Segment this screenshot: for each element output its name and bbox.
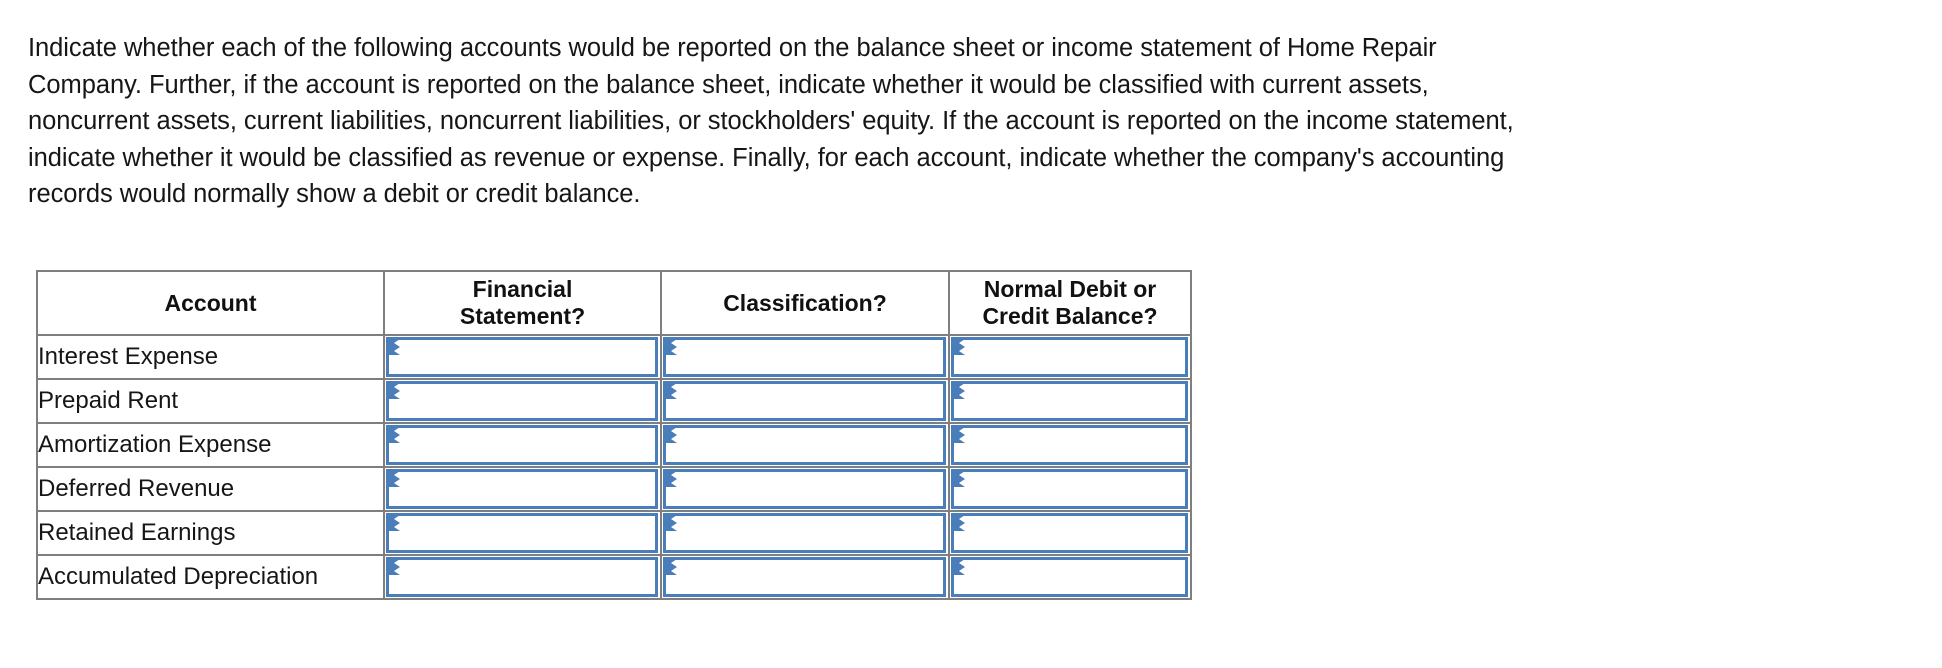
table-row: Retained Earnings [36, 510, 1192, 556]
classification-dropdown[interactable] [663, 557, 946, 597]
financial-statement-dropdown[interactable] [386, 381, 658, 421]
financial-statement-cell [383, 554, 662, 600]
classification-dropdown[interactable] [663, 469, 946, 509]
classification-cell [660, 378, 950, 424]
column-header-classification-line: Classification? [723, 289, 887, 316]
instructions-paragraph: Indicate whether each of the following a… [28, 30, 1918, 213]
table-row: Deferred Revenue [36, 466, 1192, 512]
triangle-right-icon [665, 515, 677, 531]
triangle-right-icon [665, 559, 677, 575]
accounts-table-container: Account Financial Statement? Classificat… [36, 270, 1192, 600]
account-name-cell: Deferred Revenue [36, 466, 385, 512]
table-body: Interest Expense Prepaid Rent Amortizati… [36, 334, 1192, 600]
classification-cell [660, 510, 950, 556]
table-row: Amortization Expense [36, 422, 1192, 468]
financial-statement-dropdown[interactable] [386, 469, 658, 509]
triangle-right-icon [953, 383, 965, 399]
triangle-right-icon [388, 339, 400, 355]
table-row: Accumulated Depreciation [36, 554, 1192, 600]
table-row: Interest Expense [36, 334, 1192, 380]
financial-statement-cell [383, 510, 662, 556]
triangle-right-icon [388, 471, 400, 487]
normal-balance-dropdown[interactable] [951, 425, 1188, 465]
triangle-right-icon [665, 427, 677, 443]
financial-statement-cell [383, 334, 662, 380]
table-header-row: Account Financial Statement? Classificat… [36, 270, 1192, 336]
column-header-financial-statement: Financial Statement? [383, 270, 662, 336]
triangle-right-icon [388, 427, 400, 443]
normal-balance-cell [948, 334, 1192, 380]
classification-dropdown[interactable] [663, 337, 946, 377]
financial-statement-dropdown[interactable] [386, 425, 658, 465]
triangle-right-icon [388, 559, 400, 575]
instructions-line: Company. Further, if the account is repo… [28, 70, 1429, 99]
column-header-account: Account [36, 270, 385, 336]
triangle-right-icon [665, 471, 677, 487]
classification-dropdown[interactable] [663, 381, 946, 421]
worksheet-page: Indicate whether each of the following a… [0, 0, 1942, 668]
account-name-cell: Retained Earnings [36, 510, 385, 556]
column-header-financial-statement-line: Statement? [459, 303, 586, 329]
column-header-classification: Classification? [660, 270, 950, 336]
triangle-right-icon [953, 471, 965, 487]
classification-cell [660, 334, 950, 380]
table-header: Account Financial Statement? Classificat… [36, 270, 1192, 336]
normal-balance-cell [948, 422, 1192, 468]
triangle-right-icon [388, 383, 400, 399]
normal-balance-cell [948, 378, 1192, 424]
financial-statement-dropdown[interactable] [386, 513, 658, 553]
classification-cell [660, 554, 950, 600]
accounts-classification-table: Account Financial Statement? Classificat… [36, 270, 1192, 600]
triangle-right-icon [953, 559, 965, 575]
normal-balance-cell [948, 466, 1192, 512]
financial-statement-cell [383, 466, 662, 512]
column-header-financial-statement-line: Financial [472, 276, 573, 302]
column-header-normal-balance-line: Normal Debit or [983, 276, 1157, 302]
normal-balance-cell [948, 554, 1192, 600]
column-header-normal-balance: Normal Debit or Credit Balance? [948, 270, 1192, 336]
instructions-line: indicate whether it would be classified … [28, 143, 1505, 172]
column-header-account-line: Account [164, 289, 257, 316]
instructions-line: Indicate whether each of the following a… [28, 34, 1437, 62]
financial-statement-dropdown[interactable] [386, 337, 658, 377]
normal-balance-dropdown[interactable] [951, 469, 1188, 509]
financial-statement-cell [383, 378, 662, 424]
classification-dropdown[interactable] [663, 513, 946, 553]
table-row: Prepaid Rent [36, 378, 1192, 424]
instructions-line: noncurrent assets, current liabilities, … [28, 107, 1514, 135]
normal-balance-dropdown[interactable] [951, 557, 1188, 597]
instructions-line: records would normally show a debit or c… [28, 180, 641, 208]
account-name-cell: Amortization Expense [36, 422, 385, 468]
triangle-right-icon [665, 339, 677, 355]
normal-balance-dropdown[interactable] [951, 513, 1188, 553]
triangle-right-icon [665, 383, 677, 399]
classification-cell [660, 422, 950, 468]
account-name-cell: Prepaid Rent [36, 378, 385, 424]
normal-balance-dropdown[interactable] [951, 337, 1188, 377]
classification-cell [660, 466, 950, 512]
normal-balance-cell [948, 510, 1192, 556]
account-name-cell: Interest Expense [36, 334, 385, 380]
classification-dropdown[interactable] [663, 425, 946, 465]
account-name-cell: Accumulated Depreciation [36, 554, 385, 600]
triangle-right-icon [953, 515, 965, 531]
normal-balance-dropdown[interactable] [951, 381, 1188, 421]
financial-statement-dropdown[interactable] [386, 557, 658, 597]
financial-statement-cell [383, 422, 662, 468]
triangle-right-icon [953, 427, 965, 443]
triangle-right-icon [953, 339, 965, 355]
triangle-right-icon [388, 515, 400, 531]
column-header-normal-balance-line: Credit Balance? [982, 303, 1158, 329]
